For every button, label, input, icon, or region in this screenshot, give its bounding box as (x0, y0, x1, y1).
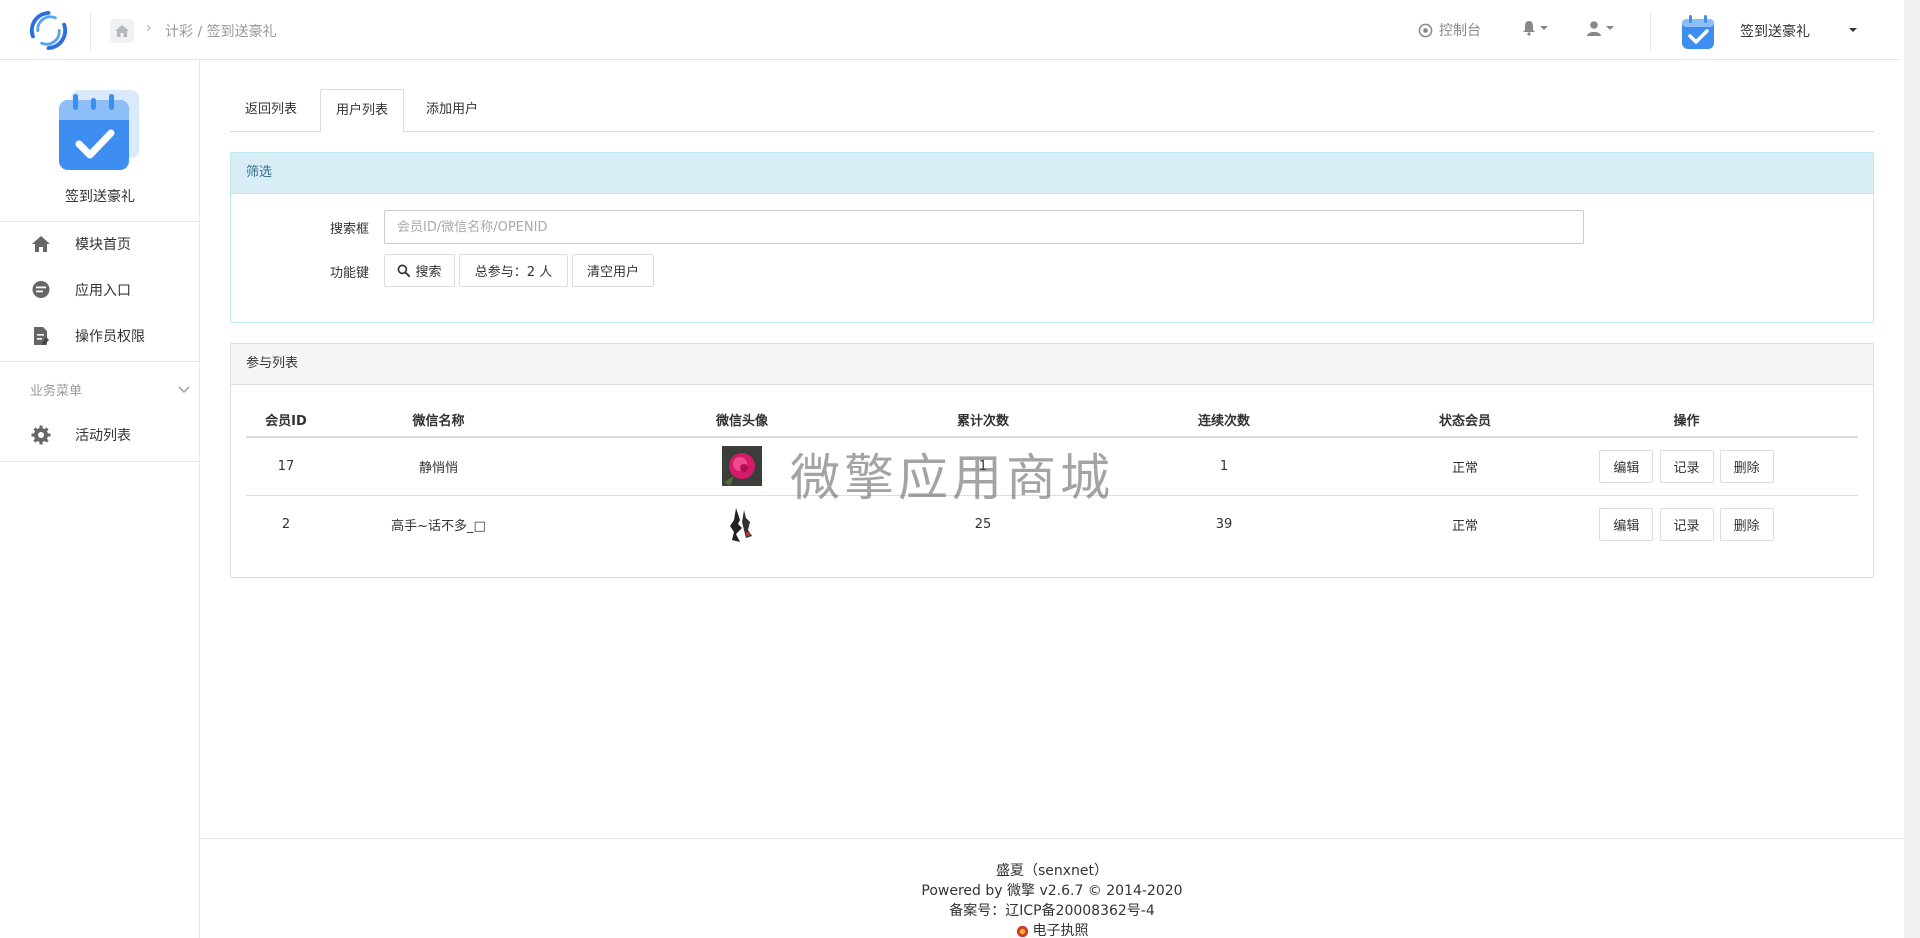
table-row: 17 静悄悄 1 1 正常 编辑 记录 删除 (246, 437, 1858, 496)
dashboard-icon (1418, 23, 1433, 37)
footer-company: 盛夏（senxnet） (995, 863, 1109, 879)
app-logo-icon (59, 90, 139, 170)
search-input[interactable] (384, 210, 1584, 244)
footer-license-label: 电子执照 (1032, 923, 1089, 938)
table-row: 2 高手~话不多_□ 25 39 正常 编辑 记录 删除 (246, 495, 1858, 553)
app-name[interactable]: 签到送豪礼 (1740, 21, 1810, 41)
notification-dropdown[interactable] (1522, 20, 1548, 36)
total-count: 25 (974, 516, 992, 532)
col-wechat-name: 微信名称 (326, 402, 551, 438)
wechat-name: 静悄悄 (326, 437, 551, 496)
app-avatar[interactable] (1678, 12, 1718, 52)
delete-button[interactable]: 删除 (1719, 507, 1774, 541)
home-icon (30, 233, 52, 255)
console-label: 控制台 (1439, 23, 1481, 39)
wechat-avatar-cell (551, 495, 933, 553)
col-streak-count: 连续次数 (1033, 402, 1415, 438)
divider (0, 361, 200, 362)
row-actions: 编辑 记录 删除 (1515, 437, 1858, 496)
record-button[interactable]: 记录 (1659, 507, 1714, 541)
sidebar-group-label: 业务菜单 (30, 384, 83, 399)
breadcrumb[interactable]: 计彩 / 签到送豪礼 (165, 21, 277, 41)
console-link[interactable]: 控制台 (1418, 20, 1481, 40)
total-participants-button[interactable]: 总参与：2 人 (459, 254, 568, 287)
col-actions: 操作 (1515, 402, 1858, 438)
function-label: 功能键 (329, 266, 369, 281)
user-dropdown[interactable] (1586, 20, 1614, 36)
header-divider (1650, 12, 1651, 50)
top-header: › 计彩 / 签到送豪礼 控制台 签到送豪礼 (0, 0, 1900, 60)
wechat-name: 高手~话不多_□ (391, 518, 486, 534)
col-member-status: 状态会员 (1415, 402, 1515, 438)
tab-back-to-list[interactable]: 返回列表 (230, 89, 312, 132)
avatar (722, 446, 762, 487)
avatar (722, 504, 762, 545)
sidebar-group-business[interactable]: 业务菜单 (30, 380, 190, 399)
sidebar-item-permissions[interactable]: 操作员权限 (0, 314, 200, 358)
gear-icon (30, 424, 52, 446)
search-button[interactable]: 搜索 (384, 254, 455, 287)
member-id: 17 (246, 437, 326, 496)
member-status: 正常 (1415, 437, 1515, 496)
table-header-row: 会员ID 微信名称 微信头像 累计次数 连续次数 状态会员 操作 (246, 402, 1858, 438)
search-button-label: 搜索 (415, 265, 442, 280)
member-status: 正常 (1451, 518, 1478, 534)
search-label: 搜索框 (329, 222, 369, 237)
logo-icon[interactable] (27, 9, 70, 52)
footer-license[interactable]: 电子执照 (200, 921, 1904, 938)
badge-icon (1016, 925, 1028, 937)
filter-panel-title: 筛选 (231, 153, 1873, 194)
chevron-down-icon (178, 386, 190, 393)
participant-list-panel: 参与列表 会员ID 微信名称 微信头像 累计次数 连续次数 状态会员 操作 17… (230, 343, 1874, 578)
bell-icon (1523, 21, 1535, 36)
tab-bar: 返回列表 用户列表 添加用户 (230, 89, 1874, 133)
delete-button[interactable]: 删除 (1719, 449, 1774, 483)
streak-count: 39 (1215, 516, 1233, 532)
col-member-id: 会员ID (246, 402, 326, 438)
wechat-avatar-cell (551, 437, 933, 496)
filter-panel: 筛选 搜索框 功能键 搜索 总参与：2 人 清空用户 (230, 152, 1874, 323)
row-actions: 编辑 记录 删除 (1515, 495, 1858, 553)
footer-icp[interactable]: 备案号：辽ICP备20008362号-4 (200, 901, 1904, 921)
divider (0, 461, 200, 462)
header-divider (90, 12, 91, 50)
list-panel-title: 参与列表 (231, 344, 1873, 385)
chat-icon (30, 279, 52, 301)
scrollbar[interactable] (1904, 0, 1920, 938)
sidebar-item-home[interactable]: 模块首页 (0, 222, 200, 266)
total-count: 1 (933, 437, 1033, 496)
sidebar-item-activity-list[interactable]: 活动列表 (0, 413, 200, 457)
clear-users-button[interactable]: 清空用户 (572, 254, 654, 287)
footer-powered-by[interactable]: Powered by 微擎 v2.6.7 © 2014-2020 (200, 881, 1904, 901)
sidebar-title: 签到送豪礼 (65, 189, 135, 205)
chevron-right-icon: › (146, 20, 152, 36)
member-id: 2 (281, 516, 291, 532)
sidebar-item-label: 操作员权限 (75, 329, 145, 345)
sidebar-item-label: 应用入口 (75, 283, 131, 299)
streak-count: 1 (1033, 437, 1415, 496)
record-button[interactable]: 记录 (1659, 449, 1714, 483)
user-icon (1587, 21, 1601, 36)
sidebar: 签到送豪礼 模块首页 应用入口 操作员权限 业务菜单 活动列表 (0, 60, 200, 938)
edit-button[interactable]: 编辑 (1599, 449, 1654, 483)
chevron-down-icon (1540, 26, 1548, 30)
sidebar-item-label: 模块首页 (75, 237, 131, 253)
edit-button[interactable]: 编辑 (1599, 507, 1654, 541)
footer: 盛夏（senxnet） Powered by 微擎 v2.6.7 © 2014-… (200, 838, 1904, 938)
search-icon (398, 264, 411, 277)
tab-add-user[interactable]: 添加用户 (411, 89, 493, 132)
participant-table: 会员ID 微信名称 微信头像 累计次数 连续次数 状态会员 操作 17 静悄悄 (246, 402, 1858, 553)
chevron-down-icon (1606, 26, 1614, 30)
document-edit-icon (30, 325, 52, 347)
col-wechat-avatar: 微信头像 (551, 402, 933, 438)
tab-user-list[interactable]: 用户列表 (320, 89, 405, 133)
sidebar-item-entry[interactable]: 应用入口 (0, 268, 200, 312)
home-icon[interactable] (110, 19, 134, 43)
sidebar-item-label: 活动列表 (75, 428, 131, 444)
chevron-down-icon[interactable] (1849, 28, 1857, 32)
col-total-count: 累计次数 (933, 402, 1033, 438)
